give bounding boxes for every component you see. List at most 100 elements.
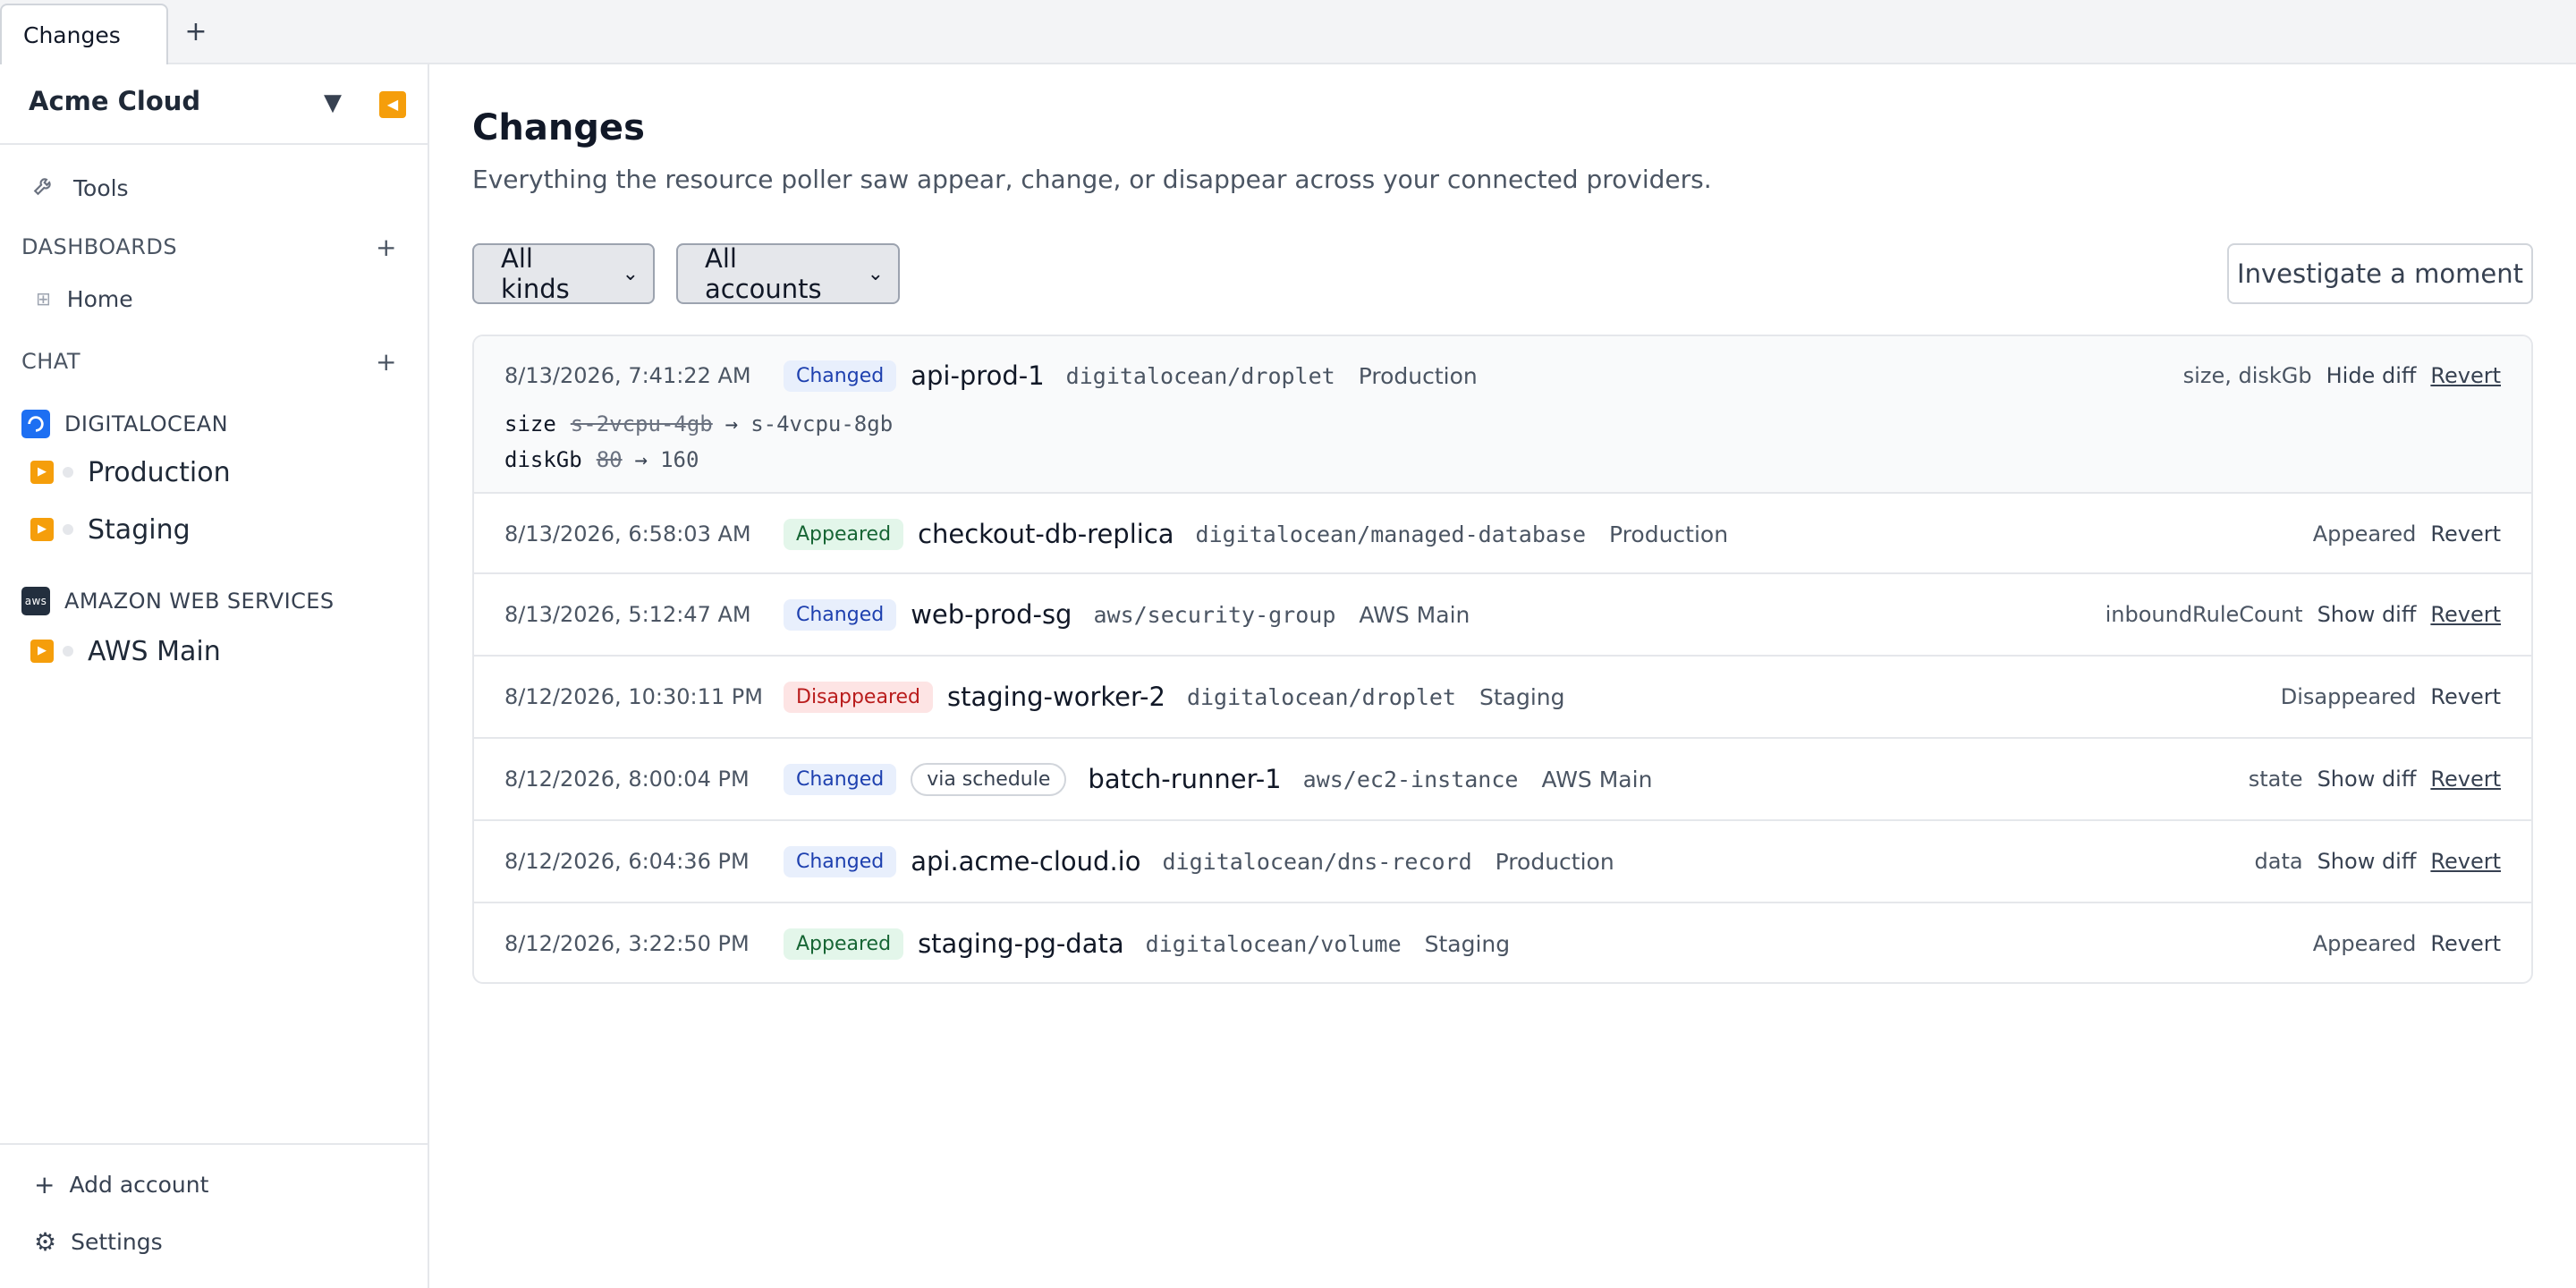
account-label: AWS Main [88,635,221,667]
timestamp: 8/13/2026, 7:41:22 AM [504,363,751,388]
settings-label: Settings [71,1228,163,1255]
add-chat-button[interactable]: + [376,347,406,377]
status-badge: Appeared [784,518,904,550]
diff-field: diskGb [504,447,582,472]
tab-strip: Changes + [0,0,2576,64]
provider-name: DIGITALOCEAN [64,411,228,436]
resource-type: digitalocean/droplet [1186,683,1456,710]
sidebar-item-tools[interactable]: Tools [32,170,129,206]
revert-button[interactable]: Revert [2430,602,2501,627]
changed-fields: Appeared [2312,521,2417,547]
page-title: Changes [472,107,645,148]
resource-name[interactable]: api.acme-cloud.io [911,846,1140,877]
resource-name[interactable]: api-prod-1 [911,360,1044,391]
account-name: Staging [1479,683,1565,710]
status-badge: Disappeared [784,681,934,713]
revert-button[interactable]: Revert [2430,521,2501,547]
status-badge: Appeared [784,928,904,960]
tab-changes[interactable]: Changes [0,4,168,64]
sidebar-account-production[interactable]: ▶ Production [30,453,231,492]
account-label: Staging [88,513,191,546]
show-diff-button[interactable]: Show diff [2318,849,2417,874]
kind-filter-select[interactable]: All kinds ⌄ [472,243,655,304]
table-row: 8/12/2026, 8:00:04 PM Changed via schedu… [474,739,2531,821]
table-row: 8/12/2026, 10:30:11 PM Disappeared stagi… [474,657,2531,739]
add-account-button[interactable]: + Add account [34,1165,208,1204]
resource-name[interactable]: checkout-db-replica [918,519,1174,549]
resource-name[interactable]: staging-pg-data [918,928,1124,959]
account-name: Production [1609,521,1729,547]
resource-type: digitalocean/droplet [1065,362,1335,389]
hide-diff-button[interactable]: Hide diff [2326,363,2417,388]
revert-button[interactable]: Revert [2430,931,2501,956]
status-dot [63,524,73,535]
status-dot [63,646,73,657]
provider-name: AMAZON WEB SERVICES [64,589,335,614]
diff-old-value: s-2vcpu-4gb [570,411,713,436]
sidebar-item-home[interactable]: ⊞ Home [36,281,133,317]
org-switcher-caret-icon[interactable]: ▼ [324,89,342,116]
add-dashboard-button[interactable]: + [376,233,406,262]
account-filter-value: All accounts [705,243,822,304]
grid-icon: ⊞ [36,288,51,309]
timestamp: 8/12/2026, 3:22:50 PM [504,931,750,956]
play-icon: ▶ [30,518,54,541]
status-badge: Changed [784,845,897,877]
changed-fields: Disappeared [2280,684,2417,709]
plus-icon: + [34,1169,55,1199]
tools-icon [32,174,59,202]
changed-fields: state [2248,767,2303,792]
account-filter-select[interactable]: All accounts ⌄ [676,243,900,304]
revert-button[interactable]: Revert [2430,363,2501,388]
resource-type: aws/security-group [1093,601,1336,628]
provider-digitalocean: DIGITALOCEAN [21,408,228,440]
page-subtitle: Everything the resource poller saw appea… [472,165,1712,194]
account-name: Production [1495,848,1614,875]
timestamp: 8/12/2026, 8:00:04 PM [504,767,750,792]
diff-new-value: 160 [660,447,699,472]
diff-new-value: s-4vcpu-8gb [750,411,894,436]
investigate-moment-button[interactable]: Investigate a moment [2227,243,2533,304]
resource-type: digitalocean/dns-record [1162,848,1472,875]
resource-name[interactable]: batch-runner-1 [1088,764,1281,794]
collapse-sidebar-button[interactable]: ◀ [379,91,406,118]
table-row: 8/13/2026, 7:41:22 AM Changed api-prod-1… [474,336,2531,494]
diff-old-value: 80 [596,447,623,472]
show-diff-button[interactable]: Show diff [2318,767,2417,792]
dashboards-title: DASHBOARDS [21,234,178,259]
timestamp: 8/13/2026, 6:58:03 AM [504,521,751,547]
via-schedule-badge: via schedule [911,762,1067,796]
table-row: 8/13/2026, 5:12:47 AM Changed web-prod-s… [474,574,2531,657]
arrow-right-icon: → [634,447,648,472]
chat-title: CHAT [21,349,81,374]
table-row: 8/12/2026, 3:22:50 PM Appeared staging-p… [474,903,2531,982]
play-icon: ▶ [30,461,54,484]
account-name: Production [1358,362,1478,389]
changed-fields: Appeared [2312,931,2417,956]
resource-type: digitalocean/volume [1145,930,1402,957]
aws-logo-icon: aws [21,587,50,615]
chat-section-header: CHAT + [21,345,406,377]
revert-button[interactable]: Revert [2430,684,2501,709]
new-tab-button[interactable]: + [182,13,209,52]
revert-button[interactable]: Revert [2430,767,2501,792]
settings-button[interactable]: ⚙ Settings [34,1222,163,1261]
org-name[interactable]: Acme Cloud [29,86,200,116]
change-list: 8/13/2026, 7:41:22 AM Changed api-prod-1… [472,335,2533,984]
diff-field: size [504,411,556,436]
resource-name[interactable]: web-prod-sg [911,599,1072,630]
revert-button[interactable]: Revert [2430,849,2501,874]
dashboards-section-header: DASHBOARDS + [21,231,406,263]
chevron-down-icon: ⌄ [867,262,884,285]
sidebar-account-staging[interactable]: ▶ Staging [30,510,191,549]
add-account-label: Add account [69,1171,209,1198]
diff-line: size s-2vcpu-4gb → s-4vcpu-8gb [504,406,893,442]
resource-name[interactable]: staging-worker-2 [947,682,1165,712]
sidebar-account-aws-main[interactable]: ▶ AWS Main [30,631,221,671]
sidebar: Acme Cloud ▼ ◀ Tools DASHBOARDS + ⊞ Home… [0,64,429,1288]
account-name: AWS Main [1541,766,1653,792]
resource-type: aws/ec2-instance [1302,766,1519,792]
play-icon: ▶ [30,640,54,663]
show-diff-button[interactable]: Show diff [2318,602,2417,627]
account-name: AWS Main [1359,601,1470,628]
